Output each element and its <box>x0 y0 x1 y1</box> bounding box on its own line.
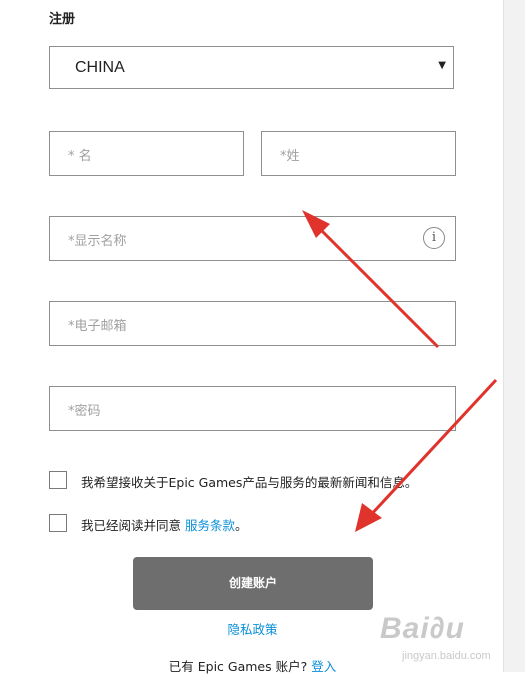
annotation-arrows <box>302 210 498 532</box>
annotation-arrow-1 <box>302 210 440 349</box>
annotation-arrow-2 <box>355 378 498 532</box>
